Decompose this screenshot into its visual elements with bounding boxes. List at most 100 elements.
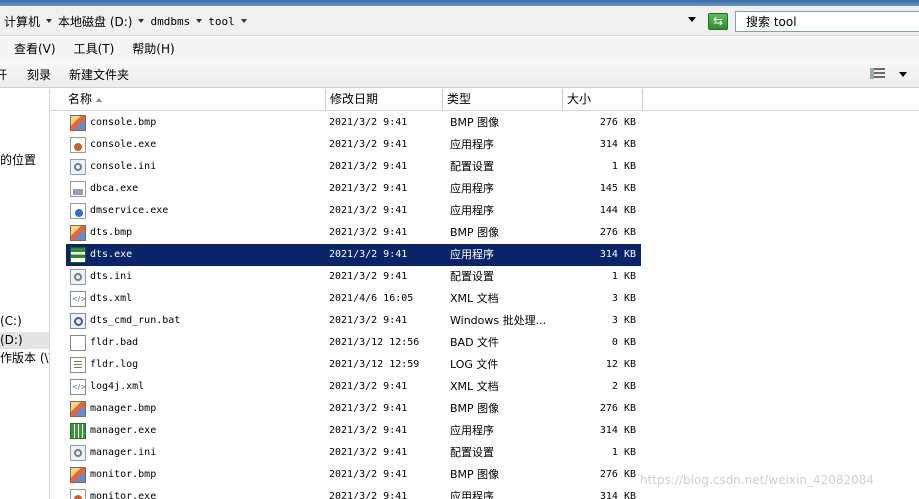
file-name: manager.ini (90, 447, 157, 458)
ini-file-icon (70, 159, 86, 175)
nav-item-locations[interactable]: 的位置 (0, 152, 36, 169)
table-row[interactable]: dbca.exe 2021/3/2 9:41 应用程序 145 KB (66, 178, 641, 200)
column-name[interactable]: 名称 (64, 89, 326, 110)
new-folder-button[interactable]: 新建文件夹 (69, 66, 129, 83)
table-row[interactable]: dmservice.exe 2021/3/2 9:41 应用程序 144 KB (66, 200, 641, 222)
breadcrumb-dmdbms[interactable]: dmdbms (148, 15, 192, 28)
file-date: 2021/3/12 12:56 (329, 337, 420, 348)
ini-file-icon (70, 269, 86, 285)
table-row[interactable]: fldr.bad 2021/3/12 12:56 BAD 文件 0 KB (66, 332, 641, 354)
file-name-cell: console.bmp (70, 112, 328, 134)
file-date: 2021/3/2 9:41 (329, 161, 408, 172)
address-history-dropdown-icon[interactable] (688, 17, 696, 22)
column-size-label: 大小 (567, 92, 592, 106)
file-size: 145 KB (599, 183, 636, 194)
table-row[interactable]: manager.ini 2021/3/2 9:41 配置设置 1 KB (66, 442, 641, 464)
file-name: dts_cmd_run.bat (90, 315, 181, 326)
file-name: console.bmp (90, 117, 157, 128)
file-name: monitor.bmp (90, 469, 157, 480)
column-date[interactable]: 修改日期 (326, 89, 443, 110)
ini-file-icon (70, 445, 86, 461)
burn-button[interactable]: 刻录 (27, 66, 51, 83)
file-type: XML 文档 (450, 380, 499, 393)
file-name: console.exe (90, 139, 157, 150)
file-type: BMP 图像 (450, 468, 500, 481)
file-name-cell: monitor.exe (70, 486, 328, 499)
xml-file-icon (70, 291, 86, 307)
refresh-icon[interactable]: ⇆ (708, 13, 728, 30)
file-rows: console.bmp 2021/3/2 9:41 BMP 图像 276 KB cons… (66, 112, 641, 499)
file-name: dts.xml (90, 293, 133, 304)
table-row[interactable]: manager.bmp 2021/3/2 9:41 BMP 图像 276 KB (66, 398, 641, 420)
view-dropdown-icon[interactable] (899, 72, 907, 77)
table-row[interactable]: console.bmp 2021/3/2 9:41 BMP 图像 276 KB (66, 112, 641, 134)
file-name-cell: manager.ini (70, 442, 328, 464)
nav-item-drive-c[interactable]: (C:) (0, 313, 22, 330)
file-date: 2021/3/2 9:41 (329, 205, 408, 216)
bmp-file-icon (70, 467, 86, 483)
table-row[interactable]: monitor.exe 2021/3/2 9:41 应用程序 314 KB (66, 486, 641, 499)
file-name-cell: dts_cmd_run.bat (70, 310, 328, 332)
menu-help[interactable]: 帮助(H) (132, 40, 174, 57)
dbca-file-icon (70, 181, 86, 197)
file-name-cell: manager.exe (70, 420, 328, 442)
column-name-label: 名称 (68, 92, 93, 106)
nav-item-network-share[interactable]: 作版本 (\\ (0, 350, 49, 367)
address-bar[interactable]: 计算机 本地磁盘 (D:) dmdbms tool ⇆ 搜索 tool (0, 6, 919, 36)
menu-bar: 查看(V) 工具(T) 帮助(H) (0, 37, 919, 60)
search-input[interactable]: 搜索 tool (735, 11, 919, 32)
table-row[interactable]: console.ini 2021/3/2 9:41 配置设置 1 KB (66, 156, 641, 178)
column-type[interactable]: 类型 (443, 89, 563, 110)
table-row[interactable]: manager.exe 2021/3/2 9:41 应用程序 314 KB (66, 420, 641, 442)
table-row[interactable]: console.exe 2021/3/2 9:41 应用程序 314 KB (66, 134, 641, 156)
table-row[interactable]: fldr.log 2021/3/12 12:59 LOG 文件 12 KB (66, 354, 641, 376)
exe-file-icon (70, 137, 86, 153)
file-size: 1 KB (611, 271, 636, 282)
column-date-label: 修改日期 (330, 92, 379, 106)
open-button[interactable]: 开 (0, 66, 7, 83)
file-size: 1 KB (611, 161, 636, 172)
file-date: 2021/3/2 9:41 (329, 469, 408, 480)
breadcrumb-drive-d[interactable]: 本地磁盘 (D:) (56, 13, 134, 30)
breadcrumb-tool[interactable]: tool (206, 15, 237, 28)
sort-ascending-icon (96, 97, 103, 102)
menu-tools[interactable]: 工具(T) (74, 40, 115, 57)
table-row[interactable]: log4j.xml 2021/3/2 9:41 XML 文档 2 KB (66, 376, 641, 398)
table-row[interactable]: dts.bmp 2021/3/2 9:41 BMP 图像 276 KB (66, 222, 641, 244)
file-type: 应用程序 (450, 248, 494, 261)
table-row[interactable]: dts_cmd_run.bat 2021/3/2 9:41 Windows 批处理.… (66, 310, 641, 332)
table-row[interactable]: dts.exe 2021/3/2 9:41 应用程序 314 KB (66, 244, 641, 266)
table-row[interactable]: dts.xml 2021/4/6 16:05 XML 文档 3 KB (66, 288, 641, 310)
chevron-down-icon[interactable] (46, 19, 53, 23)
file-size: 3 KB (611, 315, 636, 326)
file-date: 2021/3/2 9:41 (329, 315, 408, 326)
file-type: 应用程序 (450, 138, 494, 151)
chevron-down-icon[interactable] (196, 19, 203, 23)
file-type: LOG 文件 (450, 358, 499, 371)
menu-view[interactable]: 查看(V) (14, 40, 56, 57)
file-size: 314 KB (599, 491, 636, 499)
column-type-label: 类型 (447, 92, 472, 106)
chevron-down-icon[interactable] (138, 19, 145, 23)
bmp-file-icon (70, 401, 86, 417)
file-type: 应用程序 (450, 204, 494, 217)
column-size[interactable]: 大小 (563, 89, 643, 110)
file-date: 2021/3/2 9:41 (329, 227, 408, 238)
file-type: 配置设置 (450, 160, 494, 173)
file-name-cell: dts.bmp (70, 222, 328, 244)
file-size: 276 KB (599, 403, 636, 414)
table-row[interactable]: monitor.bmp 2021/3/2 9:41 BMP 图像 276 KB (66, 464, 641, 486)
file-size: 12 KB (605, 359, 636, 370)
file-type: BMP 图像 (450, 226, 500, 239)
file-size: 3 KB (611, 293, 636, 304)
chevron-down-icon[interactable] (240, 19, 247, 23)
table-row[interactable]: dts.ini 2021/3/2 9:41 配置设置 1 KB (66, 266, 641, 288)
file-date: 2021/3/12 12:59 (329, 359, 420, 370)
view-options-icon[interactable] (870, 68, 885, 79)
breadcrumb-computer[interactable]: 计算机 (2, 13, 42, 30)
file-date: 2021/4/6 16:05 (329, 293, 414, 304)
nav-item-drive-d[interactable]: (D:) (0, 332, 49, 349)
file-date: 2021/3/2 9:41 (329, 271, 408, 282)
file-type: BMP 图像 (450, 402, 500, 415)
file-name: dmservice.exe (90, 205, 169, 216)
